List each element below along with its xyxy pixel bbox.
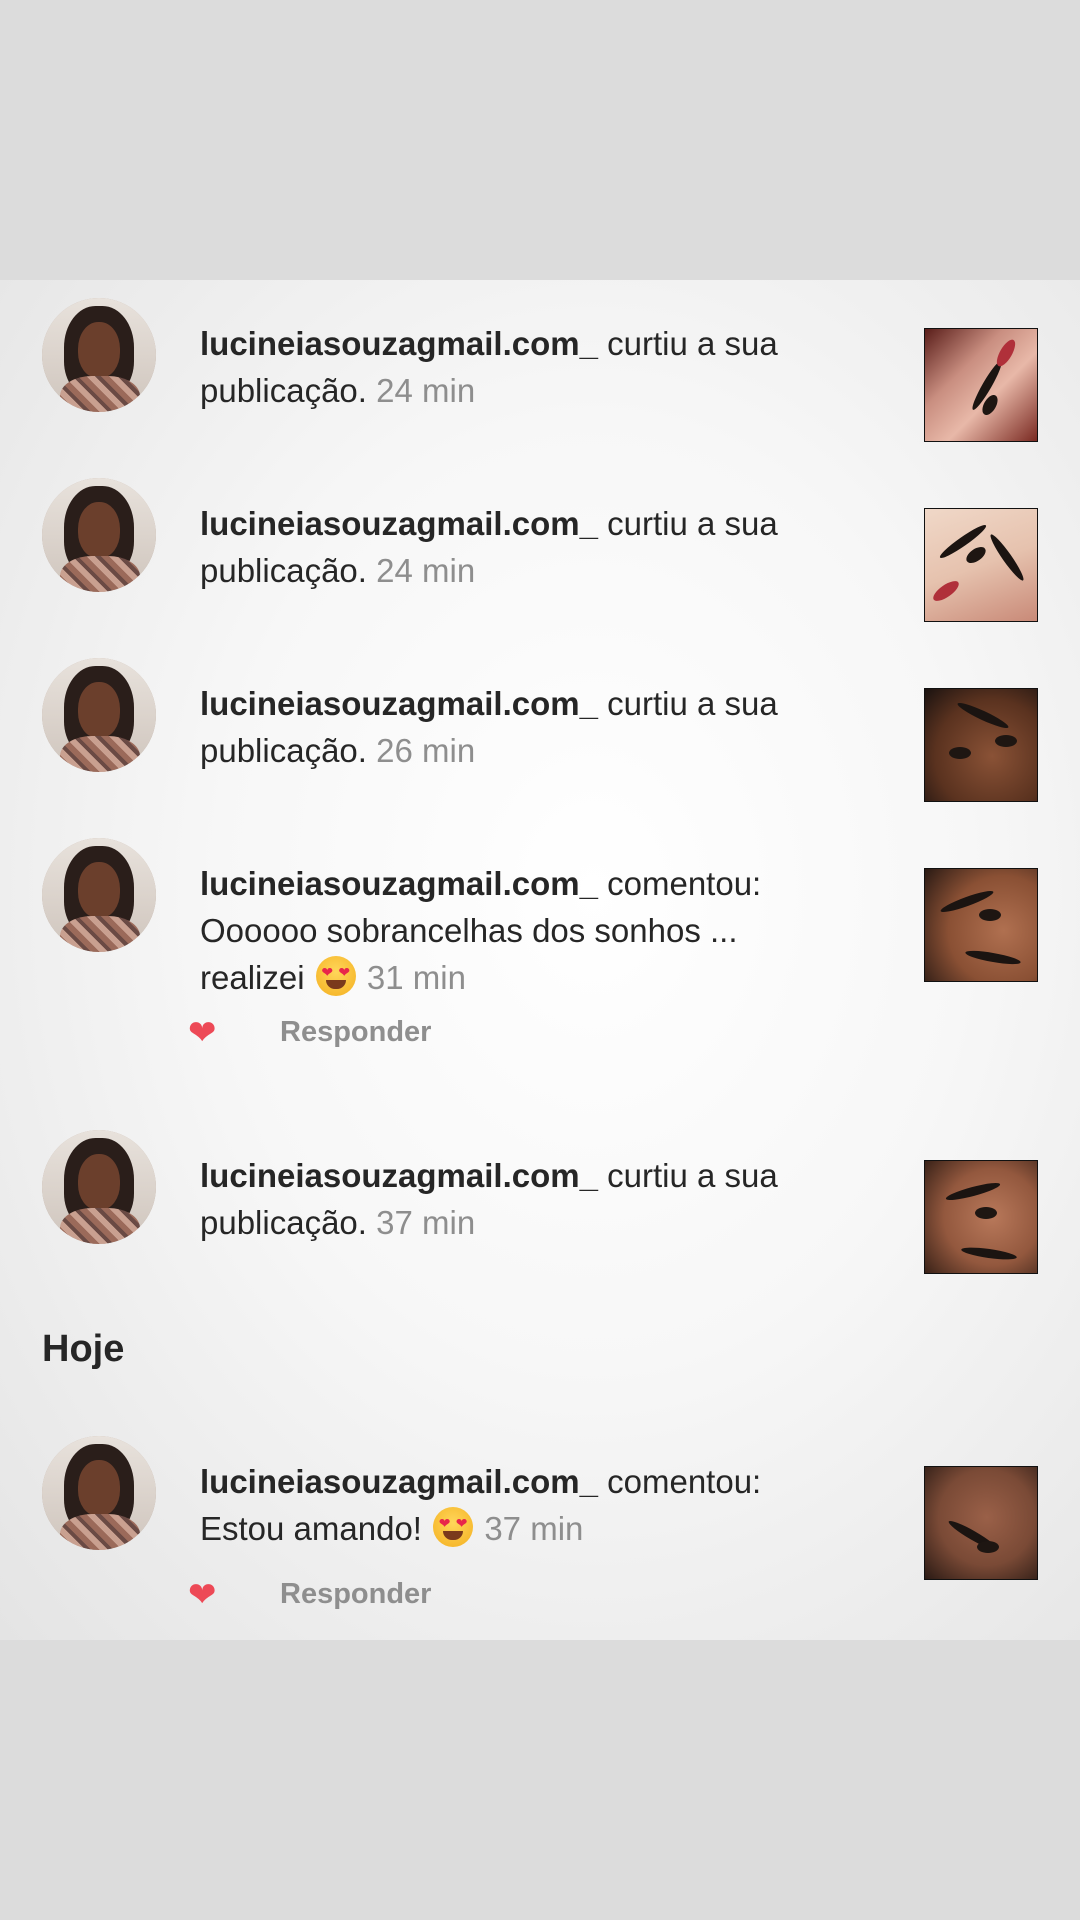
avatar[interactable] [42,1436,156,1550]
reply-button[interactable]: Responder [280,1016,431,1049]
avatar[interactable] [42,1130,156,1244]
notification-message: publicação. [200,732,367,769]
notification-message: curtiu a sua [597,1157,778,1194]
post-thumbnail[interactable] [924,1160,1038,1274]
timestamp: 26 min [376,732,476,769]
heart-eyes-emoji-icon: ❤ ❤ [433,1507,474,1547]
timestamp: 37 min [484,1510,584,1547]
username[interactable]: lucineiasouzagmail.com_ [200,1157,598,1194]
comment-text: realizei [200,959,305,996]
avatar[interactable] [42,478,156,592]
post-thumbnail[interactable] [924,688,1038,802]
notification-text: lucineiasouzagmail.com_ comentou: Estou … [200,1458,840,1552]
notification-text: lucineiasouzagmail.com_ curtiu a sua pub… [200,500,840,594]
section-header-today: Hoje [42,1328,125,1370]
avatar[interactable] [42,658,156,772]
username[interactable]: lucineiasouzagmail.com_ [200,865,598,902]
notification-message: publicação. [200,372,367,409]
post-thumbnail[interactable] [924,1466,1038,1580]
notification-text: lucineiasouzagmail.com_ curtiu a sua pub… [200,320,840,414]
notification-message: comentou: [597,865,762,902]
notification-message: curtiu a sua [597,685,778,722]
post-thumbnail[interactable] [924,868,1038,982]
heart-icon[interactable]: ❤ [188,1016,218,1050]
timestamp: 31 min [366,959,466,996]
notification-message: comentou: [597,1463,762,1500]
username[interactable]: lucineiasouzagmail.com_ [200,685,598,722]
notification-text: lucineiasouzagmail.com_ curtiu a sua pub… [200,680,840,774]
avatar[interactable] [42,838,156,952]
activity-feed: lucineiasouzagmail.com_ curtiu a sua pub… [0,280,1080,1640]
post-thumbnail[interactable] [924,328,1038,442]
timestamp: 37 min [376,1204,476,1241]
notification-message: curtiu a sua [597,505,778,542]
comment-text: Estou amando! [200,1510,422,1547]
post-thumbnail[interactable] [924,508,1038,622]
avatar[interactable] [42,298,156,412]
notification-message: publicação. [200,1204,367,1241]
notification-text: lucineiasouzagmail.com_ curtiu a sua pub… [200,1152,840,1246]
timestamp: 24 min [376,552,476,589]
reply-button[interactable]: Responder [280,1578,431,1611]
username[interactable]: lucineiasouzagmail.com_ [200,325,598,362]
notification-message: publicação. [200,552,367,589]
heart-icon[interactable]: ❤ [188,1578,218,1612]
notification-text: lucineiasouzagmail.com_ comentou: Oooooo… [200,860,840,1001]
username[interactable]: lucineiasouzagmail.com_ [200,505,598,542]
notification-message: curtiu a sua [597,325,778,362]
timestamp: 24 min [376,372,476,409]
username[interactable]: lucineiasouzagmail.com_ [200,1463,598,1500]
comment-text: Oooooo sobrancelhas dos sonhos ... [200,912,738,949]
heart-eyes-emoji-icon: ❤ ❤ [315,956,356,996]
